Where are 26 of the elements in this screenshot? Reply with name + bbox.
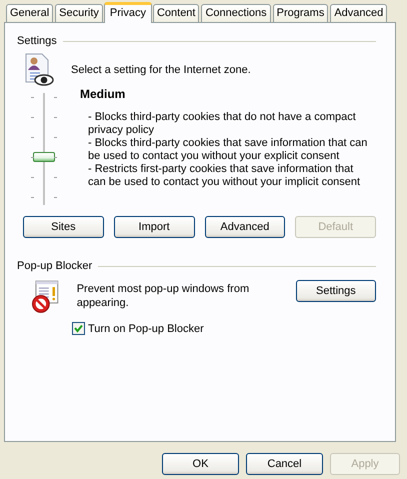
privacy-button[interactable]: Import <box>114 216 194 238</box>
tab[interactable]: Connections <box>201 4 271 22</box>
group-title: Pop-up Blocker <box>17 260 92 272</box>
dialog-button[interactable]: Cancel <box>246 453 323 475</box>
group-title: Settings <box>17 35 57 47</box>
prompt-text: Select a setting for the Internet zone. <box>71 64 251 76</box>
dialog-button[interactable]: OK <box>162 453 239 475</box>
checkbox-label: Turn on Pop-up Blocker <box>88 322 204 334</box>
blocked-window-icon <box>30 280 60 314</box>
tab[interactable]: Content <box>152 4 200 22</box>
tab[interactable]: Advanced <box>330 4 388 22</box>
privacy-button[interactable]: Sites <box>23 216 104 238</box>
privacy-button[interactable]: Advanced <box>204 216 286 238</box>
popup-description: Prevent most pop-up windows from appearing. <box>76 282 250 311</box>
document-eye-icon <box>24 53 54 87</box>
settings-button[interactable]: Settings <box>296 280 376 302</box>
description-item: - Blocks third-party cookies that do not have a compact privacy policy <box>88 111 357 137</box>
description-item: - Restricts first-party cookies that save information that can be used to contact you without your implicit consent <box>88 163 362 189</box>
tab[interactable]: General <box>6 4 54 22</box>
level-title: Medium <box>80 88 126 101</box>
tab[interactable]: Security <box>55 4 103 22</box>
tab[interactable]: Programs <box>272 4 328 22</box>
description-item: - Blocks third-party cookies that save information that can be used to contact you without your explicit consent <box>88 137 368 163</box>
slider-thumb[interactable] <box>33 152 55 162</box>
tab[interactable]: Privacy <box>104 2 152 23</box>
checkbox[interactable] <box>72 322 85 335</box>
